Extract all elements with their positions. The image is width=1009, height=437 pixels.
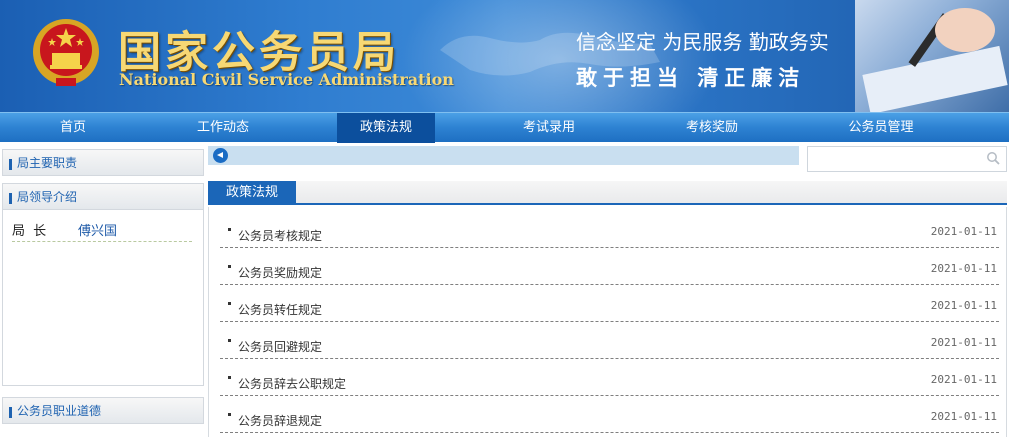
list-item-date: 2021-01-11 bbox=[930, 336, 997, 349]
list-item-title[interactable]: 公务员辞去公职规定 bbox=[238, 375, 346, 392]
site-header: 国家公务员局 National Civil Service Administra… bbox=[0, 0, 1009, 112]
list-item-title[interactable]: 公务员回避规定 bbox=[238, 338, 322, 355]
bullet-icon bbox=[228, 228, 231, 231]
bullet-icon bbox=[228, 339, 231, 342]
list-item-title[interactable]: 公务员考核规定 bbox=[238, 227, 322, 244]
play-icon[interactable] bbox=[213, 148, 228, 163]
nav-item-work-news[interactable]: 工作动态 bbox=[146, 113, 300, 143]
bullet-bar-icon bbox=[9, 159, 12, 170]
main-nav: 首页 工作动态 政策法规 考试录用 考核奖励 公务员管理 bbox=[0, 112, 1009, 143]
sidebar-item-label: 局主要职责 bbox=[17, 156, 78, 170]
list-item[interactable]: 公务员辞退规定 2021-01-11 bbox=[220, 396, 999, 433]
bullet-icon bbox=[228, 413, 231, 416]
leader-entry[interactable]: 局 长 傅兴国 bbox=[12, 220, 192, 242]
leader-role: 局 长 bbox=[12, 224, 49, 239]
list-item[interactable]: 公务员回避规定 2021-01-11 bbox=[220, 322, 999, 359]
slogan-line2: 敢于担当 清正廉洁 bbox=[576, 66, 806, 90]
list-item-title[interactable]: 公务员辞退规定 bbox=[238, 412, 322, 429]
list-item[interactable]: 公务员考核规定 2021-01-11 bbox=[220, 211, 999, 248]
nav-item-management[interactable]: 公务员管理 bbox=[818, 113, 944, 143]
sidebar-item-duties[interactable]: 局主要职责 bbox=[2, 149, 204, 176]
list-item-date: 2021-01-11 bbox=[930, 410, 997, 423]
nav-item-exam[interactable]: 考试录用 bbox=[496, 113, 602, 143]
list-item-date: 2021-01-11 bbox=[930, 373, 997, 386]
sidebar-item-leaders[interactable]: 局领导介绍 bbox=[2, 183, 204, 210]
slogan-line1: 信念坚定 为民服务 勤政务实 bbox=[576, 30, 829, 54]
panel-header: 政策法规 bbox=[208, 181, 1007, 205]
bullet-bar-icon bbox=[9, 193, 12, 204]
list-item-date: 2021-01-11 bbox=[930, 262, 997, 275]
nav-item-assessment[interactable]: 考核奖励 bbox=[660, 113, 764, 143]
list-item-date: 2021-01-11 bbox=[930, 299, 997, 312]
list-item-date: 2021-01-11 bbox=[930, 225, 997, 238]
tab-policy[interactable]: 政策法规 bbox=[208, 181, 296, 205]
sidebar-item-ethics[interactable]: 公务员职业道德 bbox=[2, 397, 204, 424]
bullet-bar-icon bbox=[9, 407, 12, 418]
nav-item-policy[interactable]: 政策法规 bbox=[337, 113, 435, 143]
header-photo bbox=[855, 0, 1009, 112]
list-item-title[interactable]: 公务员转任规定 bbox=[238, 301, 322, 318]
leader-name[interactable]: 傅兴国 bbox=[78, 220, 117, 239]
site-title-en: National Civil Service Administration bbox=[119, 70, 454, 89]
search-icon[interactable] bbox=[986, 151, 1000, 165]
list-item[interactable]: 公务员辞去公职规定 2021-01-11 bbox=[220, 359, 999, 396]
sidebar-item-label: 局领导介绍 bbox=[17, 190, 78, 204]
marquee-strip bbox=[208, 146, 799, 165]
bullet-icon bbox=[228, 376, 231, 379]
search-input[interactable] bbox=[807, 146, 1007, 172]
sidebar-item-label: 公务员职业道德 bbox=[17, 404, 102, 418]
list-item[interactable]: 公务员转任规定 2021-01-11 bbox=[220, 285, 999, 322]
national-emblem-icon bbox=[33, 19, 99, 86]
list-item[interactable]: 公务员奖励规定 2021-01-11 bbox=[220, 248, 999, 285]
list-item-title[interactable]: 公务员奖励规定 bbox=[238, 264, 322, 281]
bullet-icon bbox=[228, 265, 231, 268]
bullet-icon bbox=[228, 302, 231, 305]
left-sidebar: 局主要职责 局领导介绍 局 长 傅兴国 公务员职业道德 bbox=[0, 146, 204, 437]
nav-item-home[interactable]: 首页 bbox=[0, 113, 146, 143]
